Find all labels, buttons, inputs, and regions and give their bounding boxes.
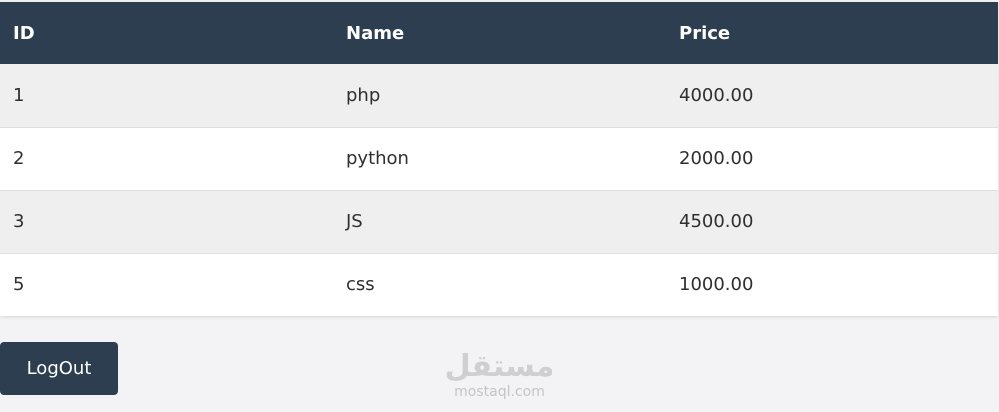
table-row: 1 php 4000.00: [0, 64, 998, 127]
cell-id: 2: [13, 148, 25, 169]
cell-name: php: [346, 84, 381, 106]
table-row: 2 python 2000.00: [0, 127, 998, 190]
cell-name: JS: [346, 211, 363, 232]
table-row: 3 JS 4500.00: [0, 190, 998, 253]
cell-id: 5: [13, 274, 25, 296]
cell-name: python: [346, 148, 409, 169]
table-row: 5 css 1000.00: [0, 253, 998, 316]
logout-button[interactable]: LogOut: [0, 342, 118, 395]
watermark-logo: مستقل mostaql.com: [442, 349, 557, 401]
table-body: 1 php 4000.00 2 python 2000.00 3 JS 4500…: [0, 64, 998, 316]
column-header-id: ID: [13, 22, 35, 44]
column-header-name: Name: [346, 22, 405, 44]
watermark-arabic-text: مستقل: [444, 349, 555, 384]
column-header-price: Price: [679, 22, 731, 44]
cell-id: 3: [13, 211, 25, 232]
table-header: ID Name Price: [0, 2, 998, 64]
cell-id: 1: [13, 84, 25, 106]
cell-name: css: [346, 274, 375, 296]
products-table: ID Name Price 1 php 4000.00 2 python 200…: [0, 2, 998, 316]
cell-price: 4000.00: [679, 84, 754, 106]
products-table-container: ID Name Price 1 php 4000.00 2 python 200…: [0, 2, 998, 316]
table-header-row: ID Name Price: [0, 2, 998, 64]
cell-price: 1000.00: [679, 274, 754, 296]
watermark-latin-text: mostaql.com: [454, 384, 545, 400]
cell-price: 4500.00: [679, 211, 754, 232]
cell-price: 2000.00: [679, 148, 754, 169]
